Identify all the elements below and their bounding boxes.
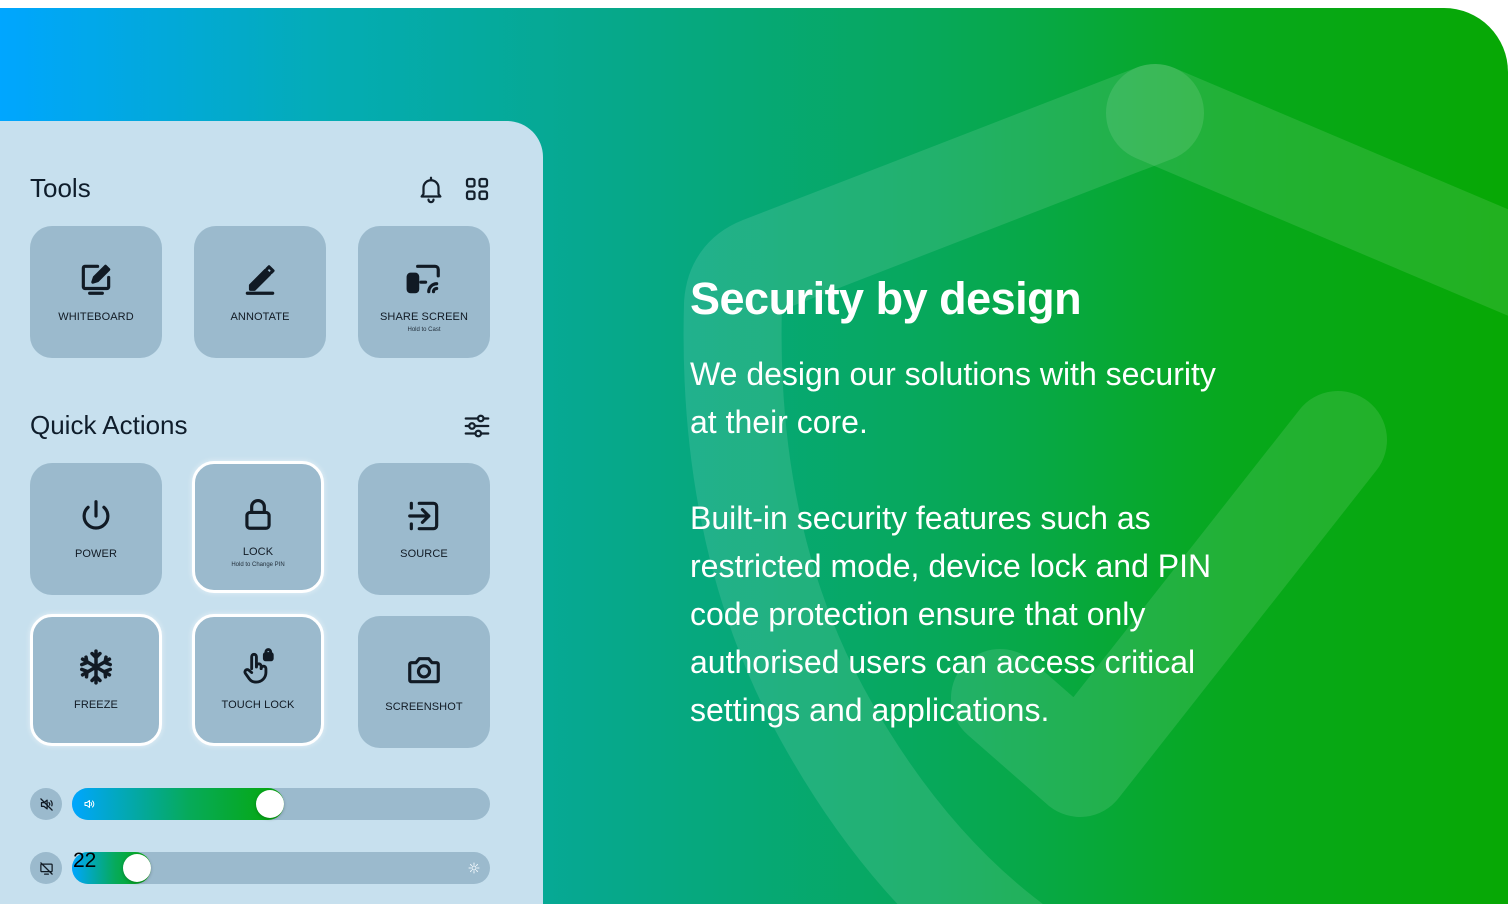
tools-title: Tools <box>30 173 91 203</box>
camera-icon <box>405 650 443 688</box>
screen-off-icon <box>39 861 53 875</box>
freeze-button[interactable]: FREEZE <box>30 614 162 746</box>
tile-sublabel: Hold to Cast <box>407 327 441 333</box>
tile-label: WHITEBOARD <box>58 311 134 323</box>
tile-sublabel: Hold to Change PIN <box>231 562 285 568</box>
share-screen-button[interactable]: SHARE SCREEN Hold to Cast <box>358 226 490 358</box>
volume-fill <box>72 788 284 820</box>
speaker-icon <box>84 800 95 808</box>
tile-label: FREEZE <box>74 699 118 711</box>
control-panel: Tools WHITEBOARD ANNOTATE SHARE SCREEN H… <box>0 121 543 904</box>
sun-icon <box>468 862 480 874</box>
tile-label: LOCK <box>242 546 274 558</box>
volume-slider[interactable] <box>72 788 490 820</box>
hero-paragraph-2: Built-in security features such as restr… <box>690 500 1212 728</box>
bell-icon[interactable] <box>416 174 446 204</box>
mute-button[interactable] <box>30 788 62 820</box>
touch-lock-button[interactable]: TOUCH LOCK <box>192 614 324 746</box>
tile-label: SCREENSHOT <box>385 701 463 713</box>
volume-knob[interactable] <box>256 790 284 818</box>
pen-icon <box>241 260 279 298</box>
screen-off-button[interactable] <box>30 852 62 884</box>
whiteboard-button[interactable]: WHITEBOARD <box>30 226 162 358</box>
tile-label: ANNOTATE <box>230 311 290 323</box>
snowflake-icon <box>77 648 115 686</box>
source-icon <box>405 497 443 535</box>
annotate-button[interactable]: ANNOTATE <box>194 226 326 358</box>
brightness-knob[interactable] <box>123 854 151 882</box>
lock-button[interactable]: LOCK Hold to Change PIN <box>192 461 324 593</box>
cast-icon <box>405 260 443 298</box>
quick-actions-title: Quick Actions <box>30 410 188 440</box>
whiteboard-icon <box>77 260 115 298</box>
security-copy: Security by design We design our solutio… <box>690 270 1250 734</box>
tile-label: SHARE SCREEN <box>380 311 468 323</box>
sliders-icon[interactable] <box>462 411 492 441</box>
source-button[interactable]: SOURCE <box>358 463 490 595</box>
brightness-slider[interactable] <box>72 852 490 884</box>
tile-label: SOURCE <box>400 548 448 560</box>
touch-lock-icon <box>239 648 277 686</box>
lock-icon <box>239 495 277 533</box>
power-button[interactable]: POWER <box>30 463 162 595</box>
screenshot-button[interactable]: SCREENSHOT <box>358 616 490 748</box>
hero-paragraph-1: We design our solutions with security at… <box>690 356 1216 440</box>
power-icon <box>77 497 115 535</box>
tile-label: TOUCH LOCK <box>221 699 295 711</box>
hero-heading: Security by design <box>690 273 1082 324</box>
brightness-value: 22 <box>73 849 97 872</box>
tile-label: POWER <box>74 548 118 560</box>
mute-icon <box>39 797 53 811</box>
hero-banner: Security by design We design our solutio… <box>0 8 1508 904</box>
grid-icon[interactable] <box>462 174 492 204</box>
